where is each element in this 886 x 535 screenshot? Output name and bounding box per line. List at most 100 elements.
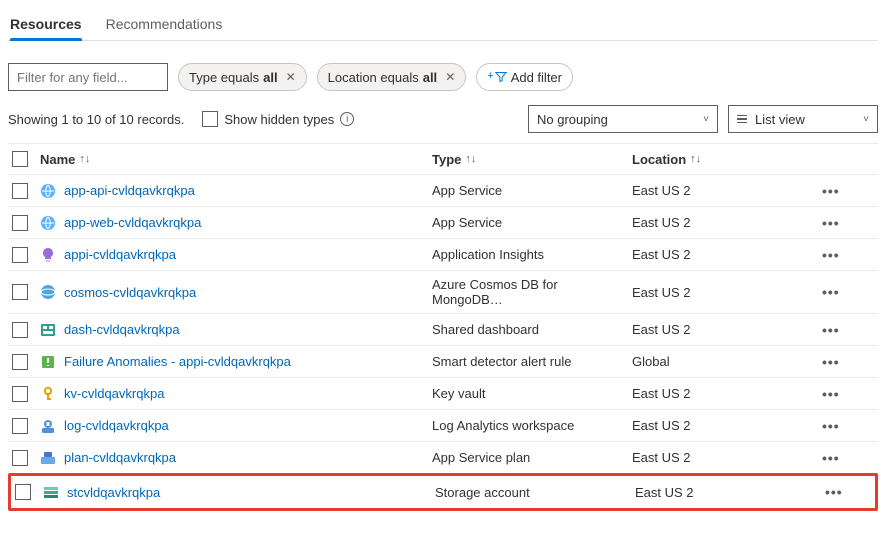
add-filter-label: Add filter [511,70,562,85]
more-actions-button[interactable]: ••• [822,418,840,434]
resource-type: Storage account [431,479,631,506]
resource-name-link[interactable]: app-web-cvldqavkrqkpa [64,215,201,230]
resource-type-icon [40,354,56,370]
column-header-type[interactable]: Type↑↓ [428,146,628,173]
resource-name-link[interactable]: app-api-cvldqavkrqkpa [64,183,195,198]
grouping-value: No grouping [537,112,608,127]
record-count-label: Showing 1 to 10 of 10 records. [8,112,184,127]
filter-input[interactable] [8,63,168,91]
resource-type-icon [43,484,59,500]
info-icon[interactable]: i [340,112,354,126]
pill-label: Location equals [328,70,419,85]
sort-icon: ↑↓ [79,153,90,165]
more-actions-button[interactable]: ••• [822,322,840,338]
resource-type: App Service [428,209,628,236]
column-header-name[interactable]: Name↑↓ [36,146,428,173]
row-checkbox[interactable] [12,284,28,300]
table-row[interactable]: Failure Anomalies - appi-cvldqavkrqkpa Sm… [8,346,878,378]
view-select[interactable]: List view ˅ [728,105,878,133]
chevron-down-icon: ˅ [703,114,709,125]
resource-name-link[interactable]: appi-cvldqavkrqkpa [64,247,176,262]
toolbar-row: Showing 1 to 10 of 10 records. Show hidd… [8,105,878,133]
row-checkbox[interactable] [12,418,28,434]
select-all-checkbox[interactable] [12,151,28,167]
resource-table: Name↑↓ Type↑↓ Location↑↓ app-api-cvldqav… [8,143,878,511]
close-icon[interactable]: ✕ [282,70,296,84]
row-checkbox[interactable] [15,484,31,500]
table-row[interactable]: dash-cvldqavkrqkpa Shared dashboardEast U… [8,314,878,346]
resource-type: Shared dashboard [428,316,628,343]
column-header-location[interactable]: Location↑↓ [628,146,818,173]
table-row[interactable]: app-api-cvldqavkrqkpa App ServiceEast US … [8,175,878,207]
resource-name-link[interactable]: cosmos-cvldqavkrqkpa [64,285,196,300]
resource-name-link[interactable]: plan-cvldqavkrqkpa [64,450,176,465]
pill-value: all [423,70,437,85]
resource-type-icon [40,386,56,402]
resource-type-icon [40,247,56,263]
resource-type-icon [40,450,56,466]
row-checkbox[interactable] [12,247,28,263]
resource-location: East US 2 [631,479,821,506]
resource-name-link[interactable]: Failure Anomalies - appi-cvldqavkrqkpa [64,354,291,369]
resource-type-icon [40,322,56,338]
resource-location: East US 2 [628,316,818,343]
view-value: List view [755,112,805,127]
resource-type: App Service [428,177,628,204]
row-checkbox[interactable] [12,386,28,402]
sort-icon: ↑↓ [690,153,701,165]
checkbox-icon[interactable] [202,111,218,127]
tab-resources[interactable]: Resources [10,10,82,40]
resource-name-link[interactable]: dash-cvldqavkrqkpa [64,322,180,337]
more-actions-button[interactable]: ••• [822,450,840,466]
table-row[interactable]: cosmos-cvldqavkrqkpaAzure Cosmos DB for … [8,271,878,314]
more-actions-button[interactable]: ••• [825,484,843,500]
resource-name-link[interactable]: kv-cvldqavkrqkpa [64,386,164,401]
resource-type-icon [40,418,56,434]
more-actions-button[interactable]: ••• [822,284,840,300]
resource-location: East US 2 [628,279,818,306]
resource-location: East US 2 [628,444,818,471]
filter-pill-location[interactable]: Location equals all ✕ [317,63,467,91]
table-row[interactable]: plan-cvldqavkrqkpa App Service planEast U… [8,442,878,474]
add-filter-icon: + [487,71,506,83]
resource-location: East US 2 [628,209,818,236]
table-row[interactable]: log-cvldqavkrqkpa Log Analytics workspace… [8,410,878,442]
show-hidden-types-toggle[interactable]: Show hidden types i [202,111,354,127]
chevron-down-icon: ˅ [863,114,869,125]
filter-row: Type equals all ✕ Location equals all ✕ … [8,63,878,91]
resource-type: Smart detector alert rule [428,348,628,375]
row-checkbox[interactable] [12,215,28,231]
table-row[interactable]: kv-cvldqavkrqkpaKey vaultEast US 2••• [8,378,878,410]
filter-pill-type[interactable]: Type equals all ✕ [178,63,307,91]
resource-type: App Service plan [428,444,628,471]
pill-value: all [263,70,277,85]
more-actions-button[interactable]: ••• [822,354,840,370]
tabs: Resources Recommendations [8,10,878,41]
pill-label: Type equals [189,70,259,85]
resource-type: Log Analytics workspace [428,412,628,439]
resource-name-link[interactable]: log-cvldqavkrqkpa [64,418,169,433]
tab-recommendations[interactable]: Recommendations [106,10,223,40]
row-checkbox[interactable] [12,183,28,199]
close-icon[interactable]: ✕ [441,70,455,84]
more-actions-button[interactable]: ••• [822,215,840,231]
resource-location: East US 2 [628,380,818,407]
resource-name-link[interactable]: stcvldqavkrqkpa [67,485,160,500]
add-filter-button[interactable]: + Add filter [476,63,573,91]
table-row[interactable]: app-web-cvldqavkrqkpa App ServiceEast US … [8,207,878,239]
more-actions-button[interactable]: ••• [822,183,840,199]
resource-type: Application Insights [428,241,628,268]
sort-icon: ↑↓ [465,153,476,165]
table-row[interactable]: stcvldqavkrqkpa Storage accountEast US 2•… [11,476,875,508]
table-row[interactable]: appi-cvldqavkrqkpaApplication InsightsEa… [8,239,878,271]
more-actions-button[interactable]: ••• [822,247,840,263]
resource-location: Global [628,348,818,375]
grouping-select[interactable]: No grouping ˅ [528,105,718,133]
row-checkbox[interactable] [12,354,28,370]
row-checkbox[interactable] [12,322,28,338]
more-actions-button[interactable]: ••• [822,386,840,402]
row-checkbox[interactable] [12,450,28,466]
resource-type-icon [40,215,56,231]
list-view-icon [737,115,747,124]
resource-location: East US 2 [628,177,818,204]
